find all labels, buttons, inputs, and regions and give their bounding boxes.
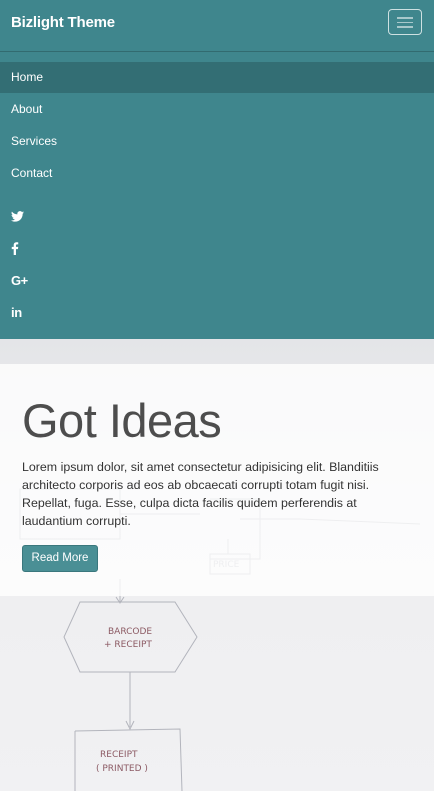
hero-title: Got Ideas bbox=[22, 394, 222, 447]
nav-item-home[interactable]: Home bbox=[0, 62, 434, 93]
sketch-label-barcode: BARCODE bbox=[108, 627, 152, 637]
linkedin-link[interactable]: in bbox=[11, 303, 33, 321]
sketch-label-receipt: + RECEIPT bbox=[104, 640, 152, 650]
nav-item-contact[interactable]: Contact bbox=[0, 158, 434, 189]
hamburger-menu-icon bbox=[397, 17, 413, 19]
nav-divider bbox=[0, 51, 434, 52]
navbar: Bizlight Theme Home About Services Conta… bbox=[0, 0, 434, 339]
nav-item-about[interactable]: About bbox=[0, 94, 434, 125]
nav-item-services[interactable]: Services bbox=[0, 126, 434, 157]
linkedin-icon: in bbox=[11, 304, 22, 320]
twitter-icon bbox=[11, 210, 24, 222]
twitter-link[interactable] bbox=[11, 207, 33, 225]
brand-title[interactable]: Bizlight Theme bbox=[11, 14, 115, 31]
hero-text: Lorem ipsum dolor, sit amet consectetur … bbox=[22, 460, 379, 528]
google-plus-icon: G+ bbox=[11, 272, 28, 288]
google-plus-link[interactable]: G+ bbox=[11, 271, 33, 289]
sketch-label-receipt-printed: RECEIPT bbox=[100, 750, 138, 760]
facebook-icon bbox=[11, 241, 19, 255]
read-more-button[interactable]: Read More bbox=[22, 545, 98, 572]
svg-text:( PRINTED ): ( PRINTED ) bbox=[96, 764, 148, 774]
facebook-link[interactable] bbox=[11, 239, 33, 257]
navbar-toggle-button[interactable] bbox=[388, 9, 422, 35]
